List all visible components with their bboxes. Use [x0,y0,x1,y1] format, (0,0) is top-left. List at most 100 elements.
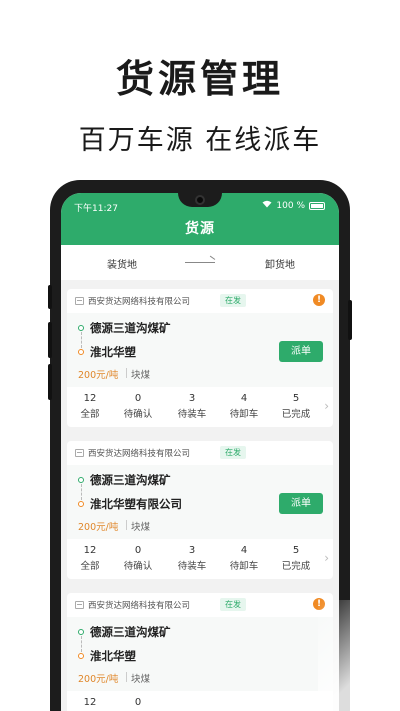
battery-percent: 100 % [276,200,305,211]
stat-label: 待确认 [123,561,153,572]
unloading-place-filter[interactable]: 卸货地 [265,256,295,271]
loading-place-filter[interactable]: 装货地 [107,256,137,271]
document-icon [75,601,84,609]
dispatch-button[interactable]: 派单 [279,341,323,362]
divider [126,368,127,378]
stat-pending-unload[interactable]: 4 待卸车 [221,545,267,572]
company-name: 西安货达网络科技有限公司 [88,449,191,459]
stat-label: 已完成 [281,409,311,420]
origin-dot-icon [78,325,84,331]
document-icon [75,297,84,305]
cargo-card[interactable]: 西安货达网络科技有限公司 在发 ! 德源三道沟煤矿 淮北华塑 200元/吨 块煤… [67,593,333,711]
chevron-right-icon[interactable]: › [324,399,329,413]
order-stats: 12 全部 0 待确认 3 待装车 4 待卸车 5 已完成 › [67,539,333,579]
card-header: 西安货达网络科技有限公司 在发 ! [67,593,333,617]
stat-pending-confirm[interactable]: 0 待确认 [115,393,161,420]
stat-count: 0 [134,697,142,708]
stat-all[interactable]: 12 全部 [67,545,113,572]
stat-all[interactable]: 12 [67,697,113,708]
stat-count: 4 [240,545,248,556]
card-header: 西安货达网络科技有限公司 在发 [67,441,333,465]
cargo-card[interactable]: 西安货达网络科技有限公司 在发 德源三道沟煤矿 淮北华塑有限公司 200元/吨 … [67,441,333,579]
freight-price: 200元/吨 [78,370,119,381]
chevron-right-icon[interactable]: › [324,551,329,565]
wifi-icon [262,200,272,211]
page-title: 货源 [185,221,215,237]
cargo-card[interactable]: 西安货达网络科技有限公司 在发 ! 德源三道沟煤矿 淮北华塑 200元/吨 块煤… [67,289,333,427]
order-stats: 12 0 [67,691,333,711]
stat-count: 3 [188,393,196,404]
divider [126,672,127,682]
destination-dot-icon [78,653,84,659]
destination-name: 淮北华塑 [90,345,136,359]
destination-name: 淮北华塑有限公司 [90,497,182,511]
stat-pending-load[interactable]: 3 待装车 [169,393,215,420]
phone-side-button [48,322,52,358]
watermark-overlay [318,600,400,711]
stat-count: 5 [292,393,300,404]
stat-count: 0 [134,545,142,556]
route-filter-bar: 装货地 卸货地 [61,245,339,280]
status-time: 下午11:27 [74,204,118,214]
stat-count: 3 [188,545,196,556]
stat-label: 待确认 [123,409,153,420]
freight-price: 200元/吨 [78,674,119,685]
origin-dot-icon [78,477,84,483]
stat-label: 已完成 [281,561,311,572]
battery-icon [309,201,325,210]
stat-completed[interactable]: 5 已完成 [273,393,319,420]
goods-type: 块煤 [131,674,151,685]
route-line [80,636,82,652]
stat-label: 待卸车 [229,561,259,572]
stat-all[interactable]: 12 全部 [67,393,113,420]
card-body: 德源三道沟煤矿 淮北华塑 200元/吨 块煤 派单 [67,313,333,387]
stat-pending-load[interactable]: 3 待装车 [169,545,215,572]
stat-count: 4 [240,393,248,404]
dispatch-button[interactable]: 派单 [279,493,323,514]
goods-type: 块煤 [131,370,151,381]
status-badge: 在发 [220,294,246,307]
card-body: 德源三道沟煤矿 淮北华塑 200元/吨 块煤 [67,617,333,691]
phone-side-button [48,364,52,400]
divider [126,520,127,530]
route-line [80,484,82,500]
status-indicators: 100 % [262,200,325,211]
route-arrow-icon [185,262,215,263]
order-stats: 12 全部 0 待确认 3 待装车 4 待卸车 5 已完成 › [67,387,333,427]
stat-count: 12 [83,545,97,556]
card-header: 西安货达网络科技有限公司 在发 ! [67,289,333,313]
stat-label: 全部 [80,409,100,420]
phone-side-button [48,285,52,309]
destination-dot-icon [78,349,84,355]
stat-pending-confirm[interactable]: 0 [115,697,161,708]
camera-icon [195,195,205,205]
stat-label: 待装车 [177,409,207,420]
origin-name: 德源三道沟煤矿 [90,473,171,487]
stat-label: 待装车 [177,561,207,572]
destination-dot-icon [78,501,84,507]
promo-headline: 货源管理 [115,57,284,101]
stat-count: 12 [83,697,97,708]
stat-count: 5 [292,545,300,556]
stat-pending-unload[interactable]: 4 待卸车 [221,393,267,420]
stat-completed[interactable]: 5 已完成 [273,545,319,572]
stat-label: 全部 [80,561,100,572]
freight-price: 200元/吨 [78,522,119,533]
warning-icon[interactable]: ! [313,294,325,306]
company-name: 西安货达网络科技有限公司 [88,601,191,611]
status-badge: 在发 [220,446,246,459]
stat-pending-confirm[interactable]: 0 待确认 [115,545,161,572]
document-icon [75,449,84,457]
route-line [80,332,82,348]
phone-screen: 下午11:27 100 % 货源 装货地 卸货地 西安货达网络科技有限公司 在发… [61,193,339,711]
phone-side-button [348,300,352,340]
company-name: 西安货达网络科技有限公司 [88,297,191,307]
promo-subline: 百万车源 在线派车 [78,125,322,156]
origin-dot-icon [78,629,84,635]
stat-count: 0 [134,393,142,404]
stat-label: 待卸车 [229,409,259,420]
status-badge: 在发 [220,598,246,611]
stat-count: 12 [83,393,97,404]
origin-name: 德源三道沟煤矿 [90,321,171,335]
destination-name: 淮北华塑 [90,649,136,663]
